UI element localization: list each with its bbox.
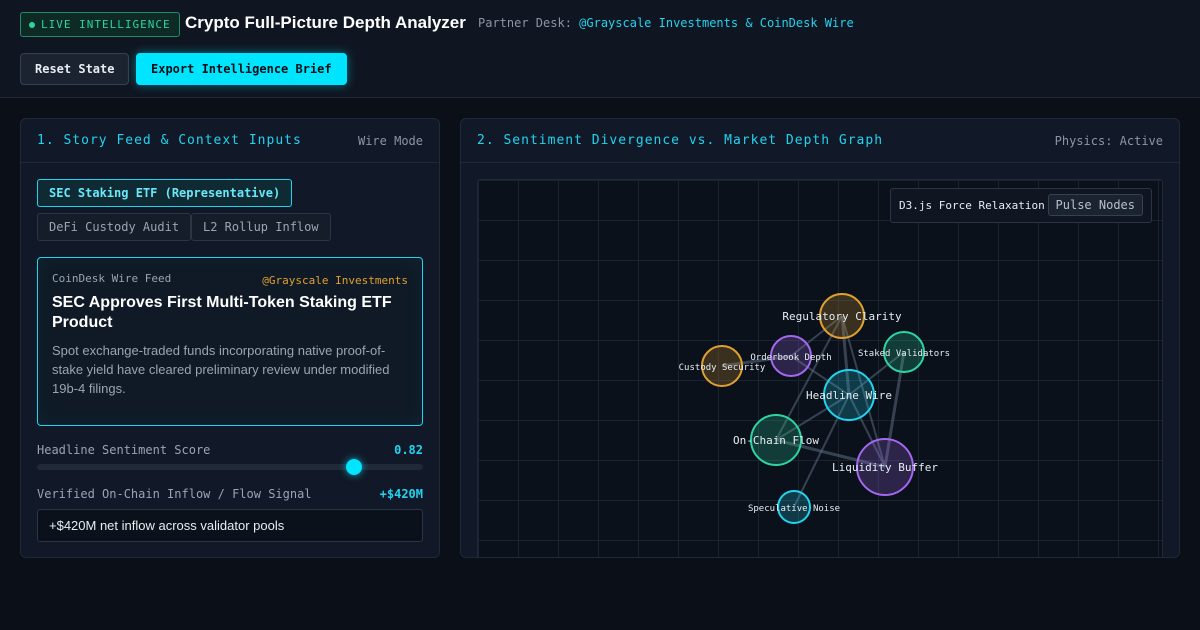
partner-desk-names: @Grayscale Investments & CoinDesk Wire [579, 16, 854, 30]
live-intelligence-badge: LIVE INTELLIGENCE [20, 12, 180, 37]
sentiment-slider[interactable] [37, 459, 423, 475]
story-card: CoinDesk Wire Feed @Grayscale Investment… [37, 257, 423, 426]
force-control-box: D3.js Force Relaxation Pulse Nodes [890, 188, 1152, 223]
physics-status: Physics: Active [1054, 133, 1163, 148]
flow-signal-label: Verified On-Chain Inflow / Flow Signal [37, 487, 312, 501]
chip-defi-custody-audit[interactable]: DeFi Custody Audit [37, 213, 192, 241]
graph-node-label-custody: Custody Security [679, 363, 766, 373]
sentiment-label: Headline Sentiment Score [37, 443, 211, 457]
live-badge-label: LIVE INTELLIGENCE [41, 18, 171, 31]
sentiment-value: 0.82 [394, 443, 423, 457]
graph-node-label-staked: Staked Validators [858, 349, 950, 359]
graph-node-label-speculative: Speculative Noise [748, 504, 840, 514]
story-headline: SEC Approves First Multi-Token Staking E… [52, 294, 392, 331]
top-bar: LIVE INTELLIGENCE Crypto Full-Picture De… [0, 0, 1200, 98]
graph-node-label-orderbook: Orderbook Depth [750, 353, 831, 363]
story-partner: @Grayscale Investments [262, 274, 408, 287]
story-feed-panel: 1. Story Feed & Context Inputs Wire Mode… [20, 118, 440, 558]
force-relaxation-label: D3.js Force Relaxation [899, 199, 1045, 212]
graph-node-label-liquidity: Liquidity Buffer [832, 461, 938, 474]
export-brief-button[interactable]: Export Intelligence Brief [136, 53, 347, 85]
depth-graph-panel-title: 2. Sentiment Divergence vs. Market Depth… [477, 133, 884, 148]
reset-state-button[interactable]: Reset State [20, 53, 130, 85]
graph-node-label-onchain: On-Chain Flow [733, 434, 819, 447]
story-feed-panel-title: 1. Story Feed & Context Inputs [37, 133, 302, 148]
story-body: Spot exchange-traded funds incorporating… [52, 343, 390, 396]
flow-signal-input[interactable]: +$420M net inflow across validator pools [37, 509, 423, 542]
partner-desk: Partner Desk: @Grayscale Investments & C… [478, 16, 854, 30]
graph-node-label-headline: Headline Wire [806, 389, 892, 402]
app-title: Crypto Full-Picture Depth Analyzer [185, 13, 466, 32]
chip-sec-staking-etf[interactable]: SEC Staking ETF (Representative) [37, 179, 293, 207]
wire-mode-label: Wire Mode [357, 133, 423, 148]
flow-signal-value: +$420M [379, 487, 423, 501]
force-graph-canvas[interactable]: Regulatory Clarity Orderbook Depth Custody… [477, 179, 1163, 557]
chip-l2-rollup-inflow[interactable]: L2 Rollup Inflow [191, 213, 331, 241]
pulse-nodes-button[interactable]: Pulse Nodes [1047, 194, 1143, 216]
depth-graph-panel: 2. Sentiment Divergence vs. Market Depth… [460, 118, 1180, 558]
graph-node-label-regulatory: Regulatory Clarity [782, 310, 902, 323]
force-graph-svg: Regulatory Clarity Orderbook DepthCustody… [679, 293, 950, 524]
partner-desk-prefix: Partner Desk: [478, 16, 572, 30]
depth-graph-panel-header: 2. Sentiment Divergence vs. Market Depth… [461, 119, 1179, 163]
live-status-dot-icon [29, 21, 35, 28]
sentiment-slider-thumb[interactable] [345, 459, 362, 475]
story-feed-panel-header: 1. Story Feed & Context Inputs Wire Mode [21, 119, 439, 163]
